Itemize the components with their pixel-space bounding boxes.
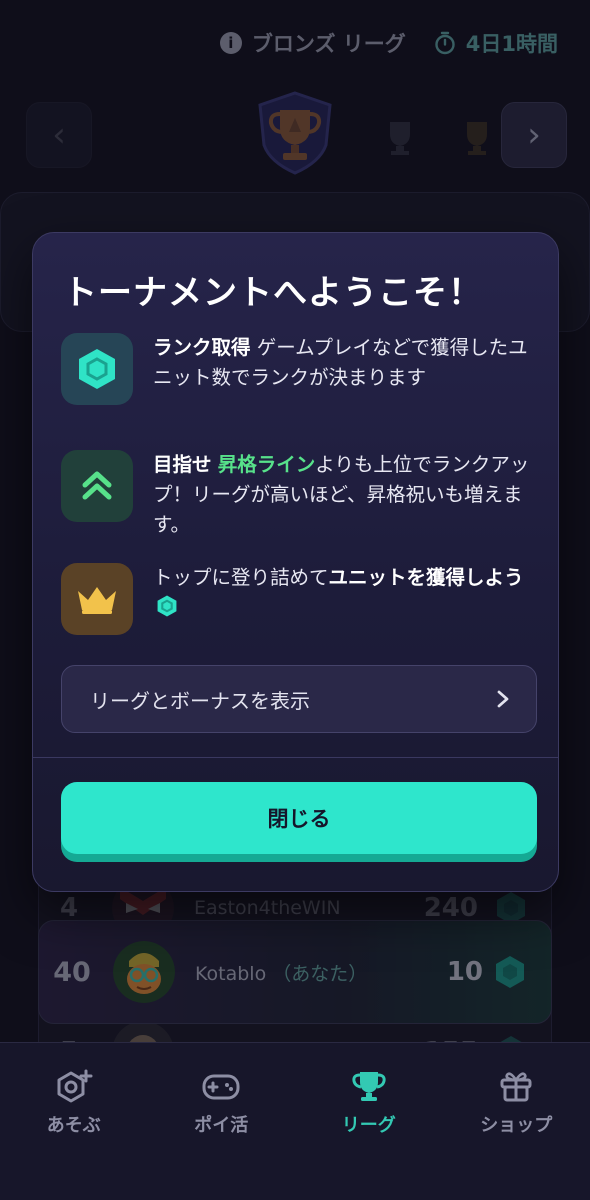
hexagon-unit-icon [157, 595, 177, 617]
modal-divider [33, 757, 558, 758]
controller-icon [202, 1074, 240, 1100]
gift-icon [500, 1072, 532, 1102]
feature-heading: ランク取得 [153, 336, 251, 359]
modal-title: トーナメントへようこそ！ [63, 273, 483, 313]
feature-reward: トップに登り詰めてユニットを獲得しよう [61, 563, 531, 635]
hexagon-unit-icon [79, 349, 115, 389]
close-button-label: 閉じる [267, 807, 331, 831]
view-leagues-bonus-button[interactable]: リーグとボーナスを表示 [61, 665, 537, 733]
gamepad-plus-icon [57, 1069, 93, 1103]
close-button[interactable]: 閉じる [61, 782, 537, 854]
tab-league[interactable]: リーグ [304, 1069, 434, 1200]
tab-label: ポイ活 [194, 1115, 249, 1136]
league-link-label: リーグとボーナスを表示 [90, 688, 310, 713]
feature-icon-tile [61, 563, 133, 635]
crown-icon [78, 587, 116, 614]
feature-icon-tile [61, 450, 133, 522]
feature-rank: ランク取得 ゲームプレイなどで獲得したユニット数でランクが決まります [61, 333, 531, 405]
tab-shop[interactable]: ショップ [451, 1069, 581, 1200]
feature-heading: ユニットを獲得しよう [328, 566, 524, 589]
feature-icon-tile [61, 333, 133, 405]
feature-heading: 目指せ [153, 453, 212, 476]
tab-label: リーグ [341, 1115, 396, 1136]
tab-label: あそぶ [46, 1115, 101, 1136]
tab-play[interactable]: あそぶ [9, 1069, 139, 1200]
bottom-navigation: あそぶ ポイ活 リーグ ショップ [0, 1042, 590, 1200]
promotion-line-highlight: 昇格ライン [217, 453, 316, 476]
chevron-right-icon [497, 690, 509, 708]
feature-description: トップに登り詰めて [153, 566, 329, 589]
welcome-modal: トーナメントへようこそ！ ランク取得 ゲームプレイなどで獲得したユニット数でラン… [32, 232, 559, 892]
trophy-icon [352, 1072, 386, 1101]
feature-text: 目指せ 昇格ラインよりも上位でランクアップ！リーグが高いほど、昇格祝いも増えます… [153, 450, 531, 540]
tab-poikatsu[interactable]: ポイ活 [156, 1069, 286, 1200]
tab-label: ショップ [480, 1115, 553, 1136]
feature-text: ランク取得 ゲームプレイなどで獲得したユニット数でランクが決まります [153, 333, 531, 405]
feature-text: トップに登り詰めてユニットを獲得しよう [153, 563, 531, 635]
feature-promotion: 目指せ 昇格ラインよりも上位でランクアップ！リーグが高いほど、昇格祝いも増えます… [61, 450, 531, 540]
double-chevron-up-icon [82, 471, 112, 500]
